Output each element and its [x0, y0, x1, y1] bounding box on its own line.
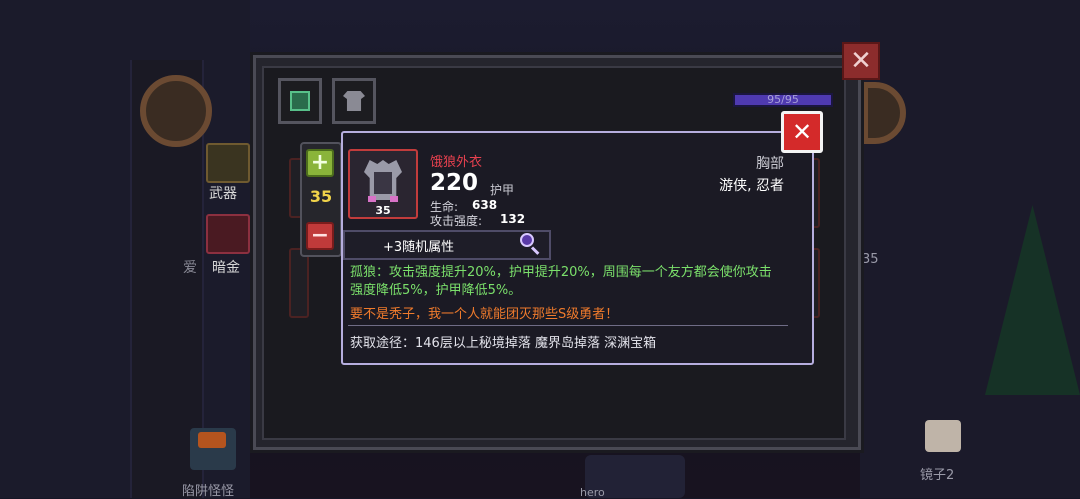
- magnifier-icon[interactable]: [520, 233, 534, 247]
- hp-text: 95/95: [767, 93, 799, 106]
- class-requirement: 游侠, 忍者: [719, 178, 784, 194]
- shirt-icon: [343, 91, 365, 111]
- trap-monster-label: 陷阱怪怪: [182, 484, 235, 499]
- equipment-slot-card[interactable]: [289, 248, 309, 318]
- paw-icon: [390, 196, 398, 202]
- level-value: 35: [309, 187, 333, 206]
- close-icon: ✕: [791, 118, 813, 146]
- bounty-slot-label: 暗金: [212, 260, 240, 276]
- paw-icon: [368, 196, 376, 202]
- item-name: 饿狼外衣: [430, 155, 483, 170]
- panel-close-button[interactable]: ✕: [842, 42, 880, 80]
- mirror-label: 镜子2: [920, 468, 955, 483]
- edit-icon: [290, 91, 310, 111]
- armor-value: 220: [430, 170, 479, 196]
- plus-icon: +: [310, 150, 330, 175]
- tab-armor[interactable]: [332, 78, 376, 124]
- armor-label: 护甲: [490, 183, 515, 197]
- tab-edit[interactable]: [278, 78, 322, 124]
- stat-value: 132: [500, 212, 526, 226]
- stat-label: 攻击强度:: [430, 214, 483, 228]
- love-label: 爱: [183, 260, 197, 276]
- minus-icon: −: [310, 223, 330, 248]
- tooltip-close-button[interactable]: ✕: [781, 111, 823, 153]
- item-effect: 孤狼：攻击强度提升20%，护甲提升20%，周围每一个友方都会使你攻击强度降低5%…: [350, 265, 772, 298]
- item-flavor-text: 要不是秃子，我一个人就能团灭那些S级勇者！: [350, 307, 619, 322]
- tooltip-divider: [348, 325, 788, 326]
- stat-line-attack: 攻击强度: 132: [430, 212, 525, 229]
- mirror-sprite: [925, 420, 961, 452]
- weapon-slot-label: 武器: [209, 186, 237, 202]
- weapon-slot-icon[interactable]: [206, 143, 250, 183]
- bounty-slot-icon[interactable]: [206, 214, 250, 254]
- target-icon: [140, 75, 212, 147]
- close-icon: ✕: [850, 46, 872, 76]
- level-increase-button[interactable]: +: [306, 149, 334, 177]
- wolf-coat-icon-detail: [374, 172, 392, 194]
- trap-monster-head: [198, 432, 226, 448]
- stat-value: 638: [472, 198, 498, 212]
- item-source: 获取途径：146层以上秘境掉落 魔界岛掉落 深渊宝箱: [350, 336, 657, 351]
- level-decrease-button[interactable]: −: [306, 222, 334, 250]
- hero-label: hero: [580, 486, 605, 499]
- item-level: 35: [375, 204, 391, 217]
- slot-type: 胸部: [756, 156, 784, 172]
- background-wall-right: [860, 0, 1080, 498]
- random-attributes-label: +3随机属性: [383, 240, 455, 255]
- background-side-number: 35: [862, 252, 879, 267]
